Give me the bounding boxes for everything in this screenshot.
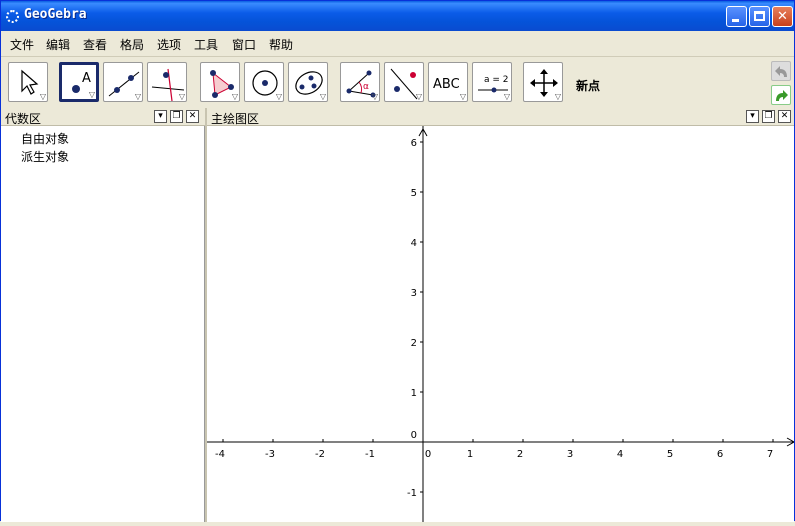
minimize-icon xyxy=(732,19,739,22)
circle-tool-button[interactable]: ▽ xyxy=(244,62,284,102)
y-tick-label: 4 xyxy=(411,238,417,249)
algebra-undock-button[interactable]: ❐ xyxy=(170,110,183,123)
coordinate-axes: -4 -3 -2 -1 0 1 2 3 4 5 6 7 6 5 4 3 2 1 0 -1 xyxy=(207,126,795,522)
undo-icon xyxy=(775,66,787,77)
y-tick-label: -1 xyxy=(407,488,417,499)
algebra-view-header: 代数区 ▾ ❐ ✕ xyxy=(1,108,205,126)
graphics-menu-button[interactable]: ▾ xyxy=(746,110,759,123)
angle-tool-button[interactable]: α ▽ xyxy=(340,62,380,102)
new-point-tool-button[interactable]: A ▽ xyxy=(59,62,99,102)
algebra-view-title: 代数区 xyxy=(5,112,42,126)
line-tool-button[interactable]: ▽ xyxy=(103,62,143,102)
graphics-view[interactable]: -4 -3 -2 -1 0 1 2 3 4 5 6 7 6 5 4 3 2 1 0 -1 xyxy=(207,126,795,522)
x-tick-label: 7 xyxy=(767,449,773,460)
svg-text:a = 2: a = 2 xyxy=(484,75,509,85)
y-tick-label: 0 xyxy=(411,430,417,441)
y-tick-label: 5 xyxy=(411,188,417,199)
x-tick-label: -3 xyxy=(265,449,275,460)
graphics-view-header: 主绘图区 ▾ ❐ ✕ xyxy=(207,108,794,126)
free-objects-folder[interactable]: 自由对象 xyxy=(21,130,69,147)
menu-options[interactable]: 选项 xyxy=(157,36,181,53)
maximize-icon xyxy=(754,11,765,21)
conic-tool-button[interactable]: ▽ xyxy=(288,62,328,102)
graphics-undock-button[interactable]: ❐ xyxy=(762,110,775,123)
window-title: GeoGebra xyxy=(24,7,87,22)
algebra-close-button[interactable]: ✕ xyxy=(186,110,199,123)
maximize-button[interactable] xyxy=(749,6,770,27)
x-tick-label: 4 xyxy=(617,449,623,460)
menu-perspectives[interactable]: 格局 xyxy=(120,36,144,53)
x-tick-label: -2 xyxy=(315,449,325,460)
active-tool-label: 新点 xyxy=(576,79,601,93)
svg-text:α: α xyxy=(363,82,369,92)
close-icon: ✕ xyxy=(777,9,788,24)
x-tick-label: -1 xyxy=(365,449,375,460)
x-tick-label: 1 xyxy=(467,449,473,460)
redo-button[interactable] xyxy=(771,85,791,105)
x-tick-label: 3 xyxy=(567,449,573,460)
perpendicular-tool-button[interactable]: ▽ xyxy=(147,62,187,102)
move-tool-button[interactable]: ▽ xyxy=(8,62,48,102)
x-tick-label: 5 xyxy=(667,449,673,460)
x-tick-label: 0 xyxy=(425,449,431,460)
graphics-view-title: 主绘图区 xyxy=(211,112,260,126)
y-tick-label: 1 xyxy=(411,388,417,399)
x-tick-label: -4 xyxy=(215,449,225,460)
toolbar: ▽ A ▽ ▽ ▽ ▽ ▽ ▽ α ▽ ▽ ABC ▽ a = 2 ▽ ▽ 新点 xyxy=(1,56,794,108)
y-tick-label: 2 xyxy=(411,338,417,349)
minimize-button[interactable] xyxy=(726,6,747,27)
x-tick-label: 2 xyxy=(517,449,523,460)
dependent-objects-folder[interactable]: 派生对象 xyxy=(21,148,69,165)
move-view-tool-button[interactable]: ▽ xyxy=(523,62,563,102)
menu-view[interactable]: 查看 xyxy=(83,36,107,53)
geogebra-logo-icon xyxy=(6,10,19,23)
slider-tool-button[interactable]: a = 2 ▽ xyxy=(472,62,512,102)
x-tick-label: 6 xyxy=(717,449,723,460)
app-window: GeoGebra ✕ 文件 编辑 查看 格局 选项 工具 窗口 帮助 ▽ A ▽… xyxy=(0,0,795,522)
algebra-view[interactable]: 自由对象 派生对象 xyxy=(1,126,205,522)
menu-window[interactable]: 窗口 xyxy=(232,36,256,53)
algebra-menu-button[interactable]: ▾ xyxy=(154,110,167,123)
graphics-close-button[interactable]: ✕ xyxy=(778,110,791,123)
polygon-tool-button[interactable]: ▽ xyxy=(200,62,240,102)
undo-button[interactable] xyxy=(771,61,791,81)
text-tool-button[interactable]: ABC ▽ xyxy=(428,62,468,102)
menu-file[interactable]: 文件 xyxy=(10,36,34,53)
reflect-tool-button[interactable]: ▽ xyxy=(384,62,424,102)
svg-text:A: A xyxy=(82,71,91,86)
redo-icon xyxy=(776,90,788,101)
close-button[interactable]: ✕ xyxy=(772,6,793,27)
y-tick-label: 6 xyxy=(411,138,417,149)
menu-bar: 文件 编辑 查看 格局 选项 工具 窗口 帮助 xyxy=(1,31,794,55)
title-bar[interactable]: GeoGebra ✕ xyxy=(1,1,794,31)
menu-tools[interactable]: 工具 xyxy=(194,36,218,53)
y-tick-label: 3 xyxy=(411,288,417,299)
menu-edit[interactable]: 编辑 xyxy=(46,36,70,53)
svg-text:ABC: ABC xyxy=(433,77,460,92)
menu-help[interactable]: 帮助 xyxy=(269,36,293,53)
